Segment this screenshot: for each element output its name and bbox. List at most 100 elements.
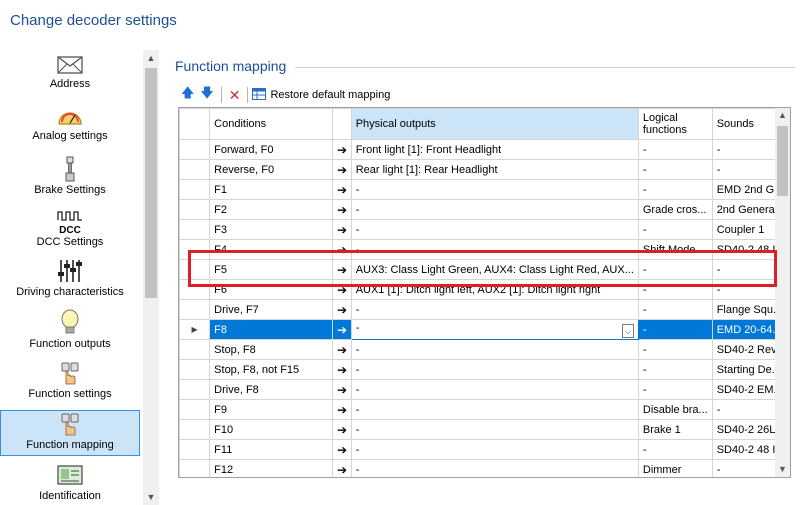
table-row[interactable]: F5 ➔ AUX3: Class Light Green, AUX4: Class … bbox=[179, 259, 790, 280]
cell-logical-functions[interactable]: - bbox=[637, 179, 713, 200]
cell-logical-functions[interactable]: - bbox=[637, 379, 713, 400]
cell-physical-outputs[interactable]: - bbox=[350, 459, 639, 477]
cell-conditions[interactable]: F5 bbox=[209, 259, 334, 280]
row-header[interactable] bbox=[179, 179, 211, 200]
cell-arrow[interactable]: ➔ bbox=[332, 439, 352, 460]
row-header[interactable] bbox=[179, 379, 211, 400]
cell-conditions[interactable]: F10 bbox=[209, 419, 334, 440]
chevron-down-icon[interactable]: ⌵ bbox=[621, 323, 634, 338]
delete-button[interactable]: ✕ bbox=[226, 85, 244, 105]
cell-logical-functions[interactable]: - bbox=[637, 299, 713, 320]
cell-arrow[interactable]: ➔ bbox=[332, 419, 352, 440]
table-row[interactable]: Stop, F8 ➔ - - SD40-2 Rev... bbox=[179, 339, 790, 360]
table-row[interactable]: Stop, F8, not F15 ➔ - - Starting De... bbox=[179, 359, 790, 380]
cell-conditions[interactable]: Reverse, F0 bbox=[209, 159, 334, 180]
nav-item-function-settings[interactable]: Function settings bbox=[0, 362, 140, 404]
scroll-up-icon[interactable]: ▲ bbox=[775, 108, 790, 123]
cell-physical-outputs[interactable]: - bbox=[350, 399, 639, 420]
row-header[interactable] bbox=[179, 199, 211, 220]
move-down-button[interactable]: 🡇 bbox=[197, 85, 216, 105]
cell-logical-functions[interactable]: Dimmer bbox=[637, 459, 713, 477]
cell-conditions[interactable]: F4 bbox=[209, 239, 334, 260]
cell-physical-outputs[interactable]: - bbox=[350, 239, 639, 260]
table-row[interactable]: F9 ➔ - Disable bra... - bbox=[179, 399, 790, 420]
cell-arrow[interactable]: ➔ bbox=[332, 399, 352, 420]
cell-logical-functions[interactable]: - bbox=[637, 159, 713, 180]
table-row[interactable]: Reverse, F0 ➔ Rear light [1]: Rear Headlig… bbox=[179, 159, 790, 180]
cell-conditions[interactable]: Stop, F8 bbox=[209, 339, 334, 360]
cell-conditions[interactable]: F12 bbox=[209, 459, 334, 477]
cell-logical-functions[interactable]: - bbox=[637, 219, 713, 240]
cell-arrow[interactable]: ➔ bbox=[332, 239, 352, 260]
cell-physical-outputs[interactable]: - bbox=[350, 439, 639, 460]
nav-scroll-thumb[interactable] bbox=[145, 68, 157, 298]
nav-item-address[interactable]: Address bbox=[0, 54, 140, 96]
cell-conditions[interactable]: F9 bbox=[209, 399, 334, 420]
restore-default-mapping-button[interactable]: Restore default mapping bbox=[252, 87, 390, 103]
cell-physical-outputs[interactable]: Front light [1]: Front Headlight bbox=[350, 139, 639, 160]
table-row[interactable]: F12 ➔ - Dimmer - bbox=[179, 459, 790, 477]
cell-arrow[interactable]: ➔ bbox=[332, 379, 352, 400]
cell-logical-functions[interactable]: - bbox=[637, 259, 713, 280]
cell-physical-outputs[interactable]: AUX3: Class Light Green, AUX4: Class Lig… bbox=[350, 259, 639, 280]
table-row[interactable]: Drive, F8 ➔ - - SD40-2 EM... bbox=[179, 379, 790, 400]
row-header[interactable] bbox=[179, 259, 211, 280]
move-up-button[interactable]: 🡅 bbox=[178, 85, 197, 105]
cell-arrow[interactable]: ➔ bbox=[332, 139, 352, 160]
cell-arrow[interactable]: ➔ bbox=[332, 219, 352, 240]
cell-arrow[interactable]: ➔ bbox=[332, 259, 352, 280]
cell-logical-functions[interactable]: - bbox=[637, 139, 713, 160]
nav-scrollbar[interactable]: ▲ ▼ bbox=[143, 50, 159, 505]
cell-physical-outputs[interactable]: - bbox=[350, 339, 639, 360]
cell-arrow[interactable]: ➔ bbox=[332, 339, 352, 360]
nav-item-identification[interactable]: Identification bbox=[0, 464, 140, 505]
scroll-up-icon[interactable]: ▲ bbox=[143, 50, 159, 66]
row-header[interactable] bbox=[179, 139, 211, 160]
cell-conditions[interactable]: F6 bbox=[209, 279, 334, 300]
nav-item-dcc-settings[interactable]: DCC DCC Settings bbox=[0, 210, 140, 250]
cell-conditions[interactable]: Drive, F7 bbox=[209, 299, 334, 320]
nav-item-brake-settings[interactable]: Brake Settings bbox=[0, 156, 140, 198]
row-header[interactable] bbox=[179, 159, 211, 180]
cell-conditions[interactable]: F1 bbox=[209, 179, 334, 200]
row-header[interactable] bbox=[179, 339, 211, 360]
cell-physical-outputs[interactable]: AUX1 [1]: Ditch light left, AUX2 [1]: Di… bbox=[350, 279, 639, 300]
cell-logical-functions[interactable]: Shift Mode bbox=[637, 239, 713, 260]
row-header[interactable] bbox=[179, 279, 211, 300]
grid-scroll-thumb[interactable] bbox=[777, 126, 788, 196]
cell-physical-outputs[interactable]: - bbox=[350, 179, 639, 200]
column-header-logical-functions[interactable]: Logical functions bbox=[637, 108, 713, 140]
nav-item-function-outputs[interactable]: Function outputs bbox=[0, 308, 140, 352]
cell-physical-outputs[interactable]: - bbox=[350, 199, 639, 220]
cell-logical-functions[interactable]: Grade cros... bbox=[637, 199, 713, 220]
cell-conditions[interactable]: F11 bbox=[209, 439, 334, 460]
cell-arrow[interactable]: ➔ bbox=[332, 319, 352, 340]
cell-conditions[interactable]: Stop, F8, not F15 bbox=[209, 359, 334, 380]
cell-physical-outputs[interactable]: - bbox=[350, 419, 639, 440]
cell-physical-outputs[interactable]: ⌵ - bbox=[350, 319, 639, 340]
table-row[interactable]: F3 ➔ - - Coupler 1 bbox=[179, 219, 790, 240]
cell-arrow[interactable]: ➔ bbox=[332, 199, 352, 220]
nav-item-analog-settings[interactable]: Analog settings bbox=[0, 106, 140, 148]
row-header[interactable] bbox=[179, 439, 211, 460]
table-row[interactable]: F6 ➔ AUX1 [1]: Ditch light left, AUX2 [1]:… bbox=[179, 279, 790, 300]
row-header[interactable] bbox=[179, 399, 211, 420]
cell-arrow[interactable]: ➔ bbox=[332, 179, 352, 200]
cell-logical-functions[interactable]: - bbox=[637, 359, 713, 380]
cell-arrow[interactable]: ➔ bbox=[332, 459, 352, 477]
cell-logical-functions[interactable]: Disable bra... bbox=[637, 399, 713, 420]
cell-conditions[interactable]: Forward, F0 bbox=[209, 139, 334, 160]
cell-physical-outputs[interactable]: - bbox=[350, 379, 639, 400]
cell-arrow[interactable]: ➔ bbox=[332, 159, 352, 180]
cell-arrow[interactable]: ➔ bbox=[332, 279, 352, 300]
cell-arrow[interactable]: ➔ bbox=[332, 299, 352, 320]
row-header[interactable]: ▶ bbox=[179, 319, 211, 340]
cell-physical-outputs[interactable]: - bbox=[350, 219, 639, 240]
cell-arrow[interactable]: ➔ bbox=[332, 359, 352, 380]
nav-item-driving-characteristics[interactable]: Driving characteristics bbox=[0, 258, 140, 302]
table-row[interactable]: F11 ➔ - - SD40-2 48 I... bbox=[179, 439, 790, 460]
row-header[interactable] bbox=[179, 459, 211, 477]
table-row[interactable]: F1 ➔ - - EMD 2nd G... bbox=[179, 179, 790, 200]
cell-physical-outputs[interactable]: - bbox=[350, 359, 639, 380]
table-row[interactable]: F4 ➔ - Shift Mode SD40-2 48 I... bbox=[179, 239, 790, 260]
